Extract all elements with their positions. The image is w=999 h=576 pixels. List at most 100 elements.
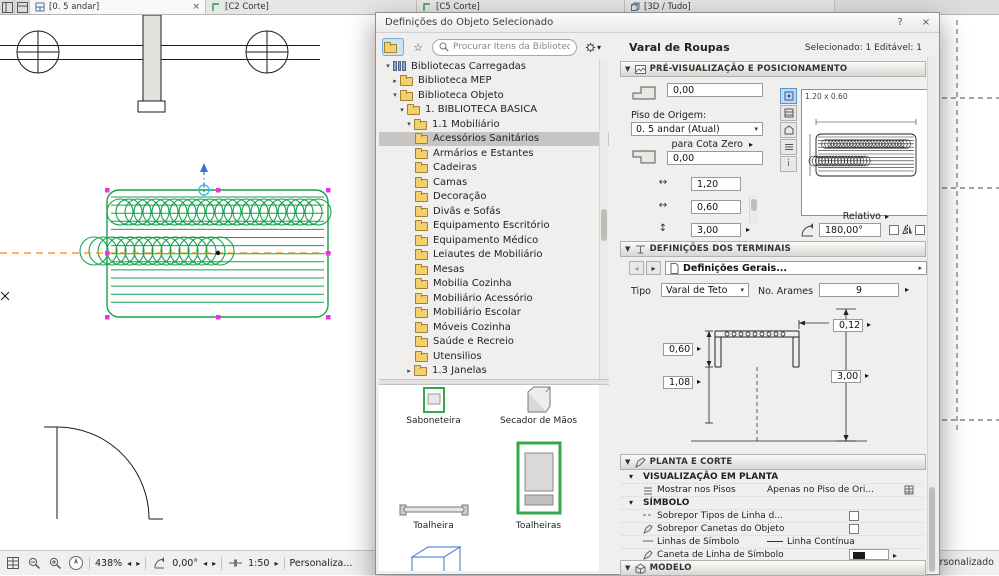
expand-icon[interactable]: ▸ [390, 77, 400, 85]
drawing-scale-value[interactable]: 1:50 [248, 558, 269, 569]
scale-slider-icon[interactable] [227, 555, 243, 571]
tree-item-biblioteca-objeto[interactable]: ▾ Biblioteca Objeto [379, 88, 609, 103]
library-item-toalheiras[interactable]: Toalheiras [486, 437, 591, 531]
library-search-box[interactable] [432, 38, 577, 56]
scale-menu-icon[interactable]: ▸ [274, 559, 278, 568]
tree-item-mobiliario-acessorio[interactable]: Mobiliário Acessório [379, 291, 609, 306]
planta-row-mostrar-pisos[interactable]: Mostrar nos Pisos Apenas no Piso de Ori.… [621, 484, 924, 497]
planta-group-simbolo[interactable]: ▾ SÍMBOLO [621, 497, 924, 510]
page-next-button[interactable]: ▸ [646, 261, 661, 275]
tree-item-mobilia-cozinha[interactable]: Mobilia Cozinha [379, 277, 609, 292]
height-flyout-icon[interactable]: ▸ [746, 225, 750, 234]
preview-plan-button[interactable] [780, 88, 797, 104]
zoom-decrease-icon[interactable]: ◂ [127, 559, 131, 568]
planta-group-visualizacao[interactable]: ▾ VISUALIZAÇÃO EM PLANTA [621, 471, 924, 484]
rotation-angle-field[interactable]: 180,00° [819, 223, 881, 237]
relative-flyout-icon[interactable]: ▸ [885, 212, 889, 221]
tree-item-mobiliario[interactable]: ▾ 1.1 Mobiliário [379, 117, 609, 132]
preview-info-button[interactable]: i [780, 156, 797, 172]
library-item-toalheira[interactable]: Toalheira [381, 437, 486, 531]
offset-dim-field[interactable]: 0,12 [833, 319, 863, 332]
planta-row-sobrepor-linhas[interactable]: Sobrepor Tipos de Linha d... [621, 510, 924, 523]
tree-item-divas-e-sofas[interactable]: Divãs e Sofás [379, 204, 609, 219]
zoom-in-icon[interactable] [47, 555, 63, 571]
cota-zero-flyout-icon[interactable]: ▸ [749, 140, 753, 149]
row-value[interactable]: Apenas no Piso de Ori... [767, 485, 874, 495]
total-spinner-icon[interactable]: ▸ [865, 371, 869, 380]
library-item-secador-de-maos[interactable]: Secador de Mãos [486, 385, 591, 426]
tree-scrollbar[interactable] [599, 59, 608, 379]
customize-left-button[interactable]: Personaliza... [290, 558, 353, 569]
elevation-bottom-field[interactable]: 0,00 [667, 151, 763, 165]
elevation-top-field[interactable]: 0,00 [667, 83, 763, 97]
library-item-saboneteira[interactable]: Saboneteira [381, 385, 486, 426]
group-collapse-icon[interactable]: ▾ [629, 472, 633, 481]
pen-spinner-icon[interactable]: ▸ [893, 551, 897, 560]
height-field[interactable]: 3,00 [691, 223, 741, 237]
preview-elevation-button[interactable] [780, 105, 797, 121]
tree-scrollbar-thumb[interactable] [601, 209, 607, 241]
tree-item-cadeiras[interactable]: Cadeiras [379, 161, 609, 176]
relative-angle-checkbox[interactable] [915, 225, 925, 235]
collapse-icon[interactable]: ▾ [383, 62, 393, 70]
rotation-increase-icon[interactable]: ▸ [212, 559, 216, 568]
tab-close-icon[interactable]: × [192, 2, 200, 12]
rotate-view-icon[interactable] [151, 555, 167, 571]
offset-spinner-icon[interactable]: ▸ [867, 320, 871, 329]
tree-item-janelas[interactable]: ▸ 1.3 Janelas [379, 364, 609, 379]
tipo-select[interactable]: Varal de Teto ▾ [661, 283, 749, 297]
page-prev-button[interactable]: ◂ [629, 261, 644, 275]
width-field[interactable]: 1,20 [691, 177, 741, 191]
tree-item-mesas[interactable]: Mesas [379, 262, 609, 277]
help-button[interactable]: ? [893, 16, 907, 30]
dialog-titlebar[interactable]: Definições do Objeto Selecionado [376, 13, 939, 33]
tree-item-moveis-cozinha[interactable]: Móveis Cozinha [379, 320, 609, 335]
quick-options-icon[interactable] [5, 555, 21, 571]
expand-icon[interactable]: ▸ [404, 367, 414, 375]
tree-item-biblioteca-mep[interactable]: ▸ Biblioteca MEP [379, 74, 609, 89]
zoom-level-value[interactable]: 438% [95, 558, 122, 569]
rotation-decrease-icon[interactable]: ◂ [203, 559, 207, 568]
tree-item-mobiliario-escolar[interactable]: Mobiliário Escolar [379, 306, 609, 321]
arames-flyout-icon[interactable]: ▸ [905, 285, 909, 294]
override-pens-checkbox[interactable] [849, 524, 859, 534]
planta-row-linhas-simbolo[interactable]: Linhas de Símbolo Linha Contínua [621, 536, 924, 549]
view-rotation-value[interactable]: 0,00° [172, 558, 198, 569]
tree-item-equipamento-medico[interactable]: Equipamento Médico [379, 233, 609, 248]
tree-item-leiautes-de-mobiliario[interactable]: Leiautes de Mobiliário [379, 248, 609, 263]
group-collapse-icon[interactable]: ▾ [629, 498, 633, 507]
zoom-out-icon[interactable] [26, 555, 42, 571]
tree-item-saude-e-recreio[interactable]: Saúde e Recreio [379, 335, 609, 350]
mirror-checkbox[interactable] [889, 225, 899, 235]
tree-item-armarios-e-estantes[interactable]: Armários e Estantes [379, 146, 609, 161]
tab-floor-plan[interactable]: [0. 5 andar] × [30, 0, 206, 14]
symbol-pen-chip-field[interactable] [849, 549, 889, 560]
library-options-button[interactable]: ▾ [580, 38, 606, 56]
collapse-icon[interactable]: ▾ [404, 120, 414, 128]
tree-item-equipamento-escritorio[interactable]: Equipamento Escritório [379, 219, 609, 234]
preview-list-button[interactable] [780, 139, 797, 155]
side-dim-field[interactable]: 0,60 [663, 343, 693, 356]
low-dim-field[interactable]: 1,08 [663, 376, 693, 389]
orient-compass-icon[interactable] [68, 555, 84, 571]
zoom-increase-icon[interactable]: ▸ [136, 559, 140, 568]
section-planta-header[interactable]: ▼ PLANTA E CORTE [620, 454, 926, 470]
dialog-close-button[interactable]: × [919, 16, 933, 30]
collapse-icon[interactable]: ▾ [397, 106, 407, 114]
total-height-field[interactable]: 3,00 [831, 370, 861, 383]
tree-item-acessorios-sanitarios[interactable]: Acessórios Sanitários [379, 131, 609, 146]
tree-item-decoracao[interactable]: Decoração [379, 190, 609, 205]
override-lines-checkbox[interactable] [849, 511, 859, 521]
tree-item-utensilios[interactable]: Utensilios [379, 349, 609, 364]
depth-field[interactable]: 0,60 [691, 200, 741, 214]
settings-page-select[interactable]: Definições Gerais... ▸ [665, 261, 927, 275]
organizer-icon[interactable] [15, 0, 30, 14]
object-preview-box[interactable]: 1.20 x 0.60 [801, 89, 929, 216]
favorites-button[interactable]: ☆ [407, 38, 429, 56]
collapse-icon[interactable]: ▾ [390, 91, 400, 99]
section-terminais-header[interactable]: ▼ DEFINIÇÕES DOS TERMINAIS [620, 241, 926, 257]
arames-field[interactable]: 9 [819, 283, 899, 297]
origin-floor-select[interactable]: 0. 5 andar (Atual) ▾ [631, 122, 763, 136]
settings-scrollbar[interactable] [927, 57, 936, 572]
section-preview-header[interactable]: ▼ PRÉ-VISUALIZAÇÃO E POSICIONAMENTO [620, 61, 926, 77]
